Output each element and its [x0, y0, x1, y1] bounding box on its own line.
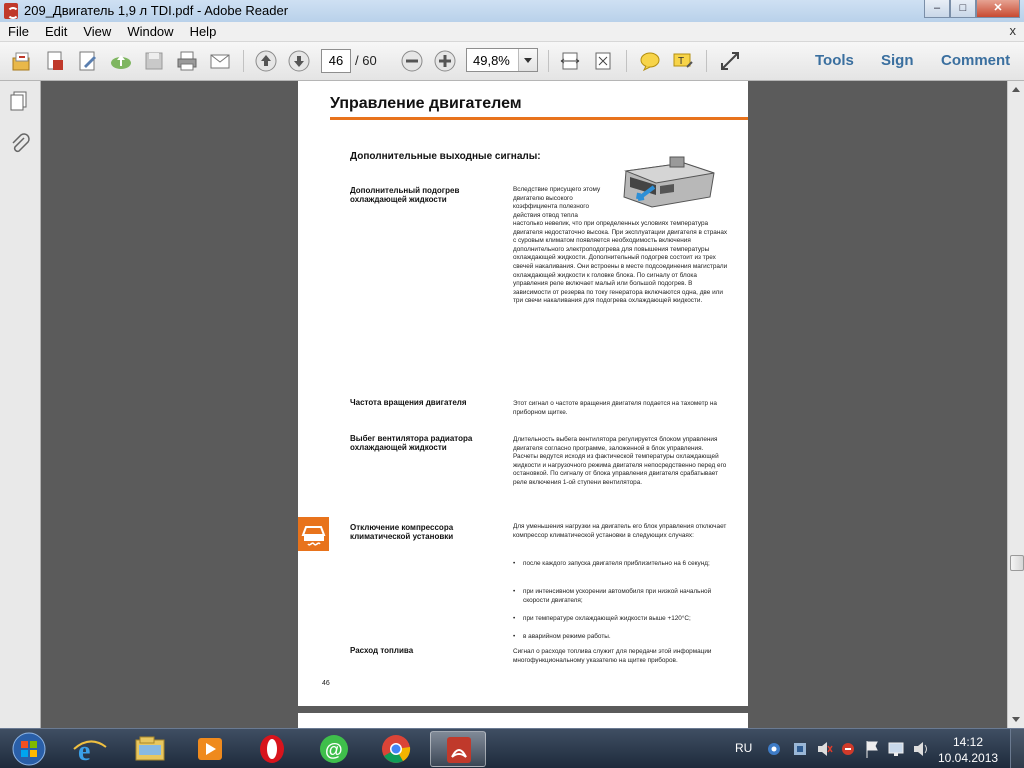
zoom-out-icon[interactable] — [400, 49, 424, 73]
attachments-icon[interactable] — [9, 133, 31, 160]
menu-edit[interactable]: Edit — [37, 22, 75, 41]
tray-network-icon[interactable] — [765, 729, 783, 768]
list-item: в аварийном режиме работы. — [513, 633, 728, 642]
adobe-reader-window: 209_Двигатель 1,9 л TDI.pdf - Adobe Read… — [0, 0, 1024, 768]
engine-control-unit-illustration — [620, 151, 720, 213]
item-label-fuel-consumption: Расход топлива — [350, 646, 414, 655]
item-text-fan-run-on: Длительность выбега вентилятора регулиру… — [513, 436, 727, 486]
windows-explorer-icon[interactable] — [122, 731, 178, 767]
scroll-down-icon[interactable] — [1012, 717, 1020, 722]
clock-date: 10.04.2013 — [938, 751, 999, 765]
tools-pane-button[interactable]: Tools — [815, 52, 854, 69]
vertical-scrollbar[interactable] — [1007, 81, 1024, 728]
svg-text:T: T — [678, 56, 684, 67]
item-text-coolant-heater: настолько невелик, что при определенных … — [513, 220, 728, 305]
pdf-page: Управление двигателем Дополнительные вых… — [298, 81, 748, 706]
media-player-icon[interactable] — [182, 731, 238, 767]
action-center-flag-icon[interactable] — [863, 729, 881, 768]
scrollbar-thumb[interactable] — [1010, 555, 1024, 571]
toolbar-separator — [548, 50, 549, 72]
tray-app-icon[interactable] — [791, 729, 809, 768]
list-item: при интенсивном ускорении автомобиля при… — [513, 588, 728, 605]
internet-explorer-icon[interactable]: e — [62, 731, 118, 767]
orange-divider — [330, 117, 748, 120]
volume-muted-icon[interactable] — [815, 729, 833, 768]
maximize-button[interactable]: □ — [950, 0, 976, 18]
next-page-icon[interactable] — [287, 49, 311, 73]
item-text-engine-speed: Этот сигнал о частоте вращения двигателя… — [513, 400, 717, 416]
zoom-value: 49,8% — [473, 53, 510, 68]
toolbar-separator — [626, 50, 627, 72]
item-label-fan-run-on: Выбег вентилятора радиатора охлаждающей … — [350, 434, 473, 452]
list-item: при температуре охлаждающей жидкости выш… — [513, 615, 728, 624]
menu-file[interactable]: File — [0, 22, 37, 41]
item-text-fuel-consumption: Сигнал о расходе топлива служит для пере… — [513, 648, 712, 664]
toolbar-separator — [706, 50, 707, 72]
item-label-ac-compressor: Отключение компрессора климатической уст… — [350, 523, 454, 541]
chevron-down-icon[interactable] — [518, 49, 537, 71]
print-icon[interactable] — [175, 49, 199, 73]
show-desktop-button[interactable] — [1010, 729, 1024, 768]
clock-time: 14:12 — [952, 735, 984, 749]
window-title: 209_Двигатель 1,9 л TDI.pdf - Adobe Read… — [24, 3, 289, 18]
edit-icon[interactable] — [76, 49, 100, 73]
tray-display-icon[interactable] — [887, 729, 905, 768]
page-thumbnails-icon[interactable] — [9, 90, 31, 117]
list-item: после каждого запуска двигателя приблизи… — [513, 560, 728, 569]
menu-view[interactable]: View — [75, 22, 119, 41]
email-icon[interactable] — [208, 49, 232, 73]
close-document-button[interactable]: x — [1010, 23, 1017, 38]
full-screen-icon[interactable] — [718, 49, 742, 73]
svg-text:@: @ — [325, 740, 343, 760]
menu-help[interactable]: Help — [182, 22, 225, 41]
item-label-coolant-heater: Дополнительный подогрев охлаждающей жидк… — [350, 186, 460, 204]
windows-taskbar: e @ RU 14:12 10.04.2013 — [0, 728, 1024, 768]
start-button[interactable] — [4, 730, 54, 768]
note-icon — [298, 517, 329, 551]
page-number: 46 — [322, 680, 330, 687]
cloud-upload-icon[interactable] — [109, 49, 133, 73]
open-icon[interactable] — [10, 49, 34, 73]
zoom-in-icon[interactable] — [433, 49, 457, 73]
toolbar-separator — [243, 50, 244, 72]
icq-messenger-icon[interactable]: @ — [306, 731, 362, 767]
language-indicator[interactable]: RU — [735, 741, 752, 755]
adobe-reader-icon — [4, 3, 19, 19]
scroll-up-icon[interactable] — [1012, 87, 1020, 92]
sign-pane-button[interactable]: Sign — [881, 52, 914, 69]
next-pdf-page — [298, 713, 748, 728]
section-heading: Дополнительные выходные сигналы: — [350, 151, 541, 162]
save-icon[interactable] — [142, 49, 166, 73]
highlight-text-icon[interactable]: T — [671, 49, 695, 73]
page-title: Управление двигателем — [330, 95, 522, 112]
volume-speaker-icon[interactable] — [911, 729, 929, 768]
tray-security-icon[interactable] — [839, 729, 857, 768]
close-button[interactable]: ✕ — [976, 0, 1020, 18]
menu-window[interactable]: Window — [119, 22, 181, 41]
create-pdf-icon[interactable] — [43, 49, 67, 73]
navigation-pane — [0, 81, 41, 728]
menu-bar: File Edit View Window Help x — [0, 22, 1024, 42]
opera-browser-icon[interactable] — [244, 731, 300, 767]
system-clock[interactable]: 14:12 10.04.2013 — [938, 734, 998, 766]
adobe-reader-taskbar-icon[interactable] — [430, 731, 486, 767]
item-text-ac-compressor: Для уменьшения нагрузки на двигатель его… — [513, 523, 727, 539]
page-number-input[interactable]: 46 — [321, 49, 351, 73]
item-text-coolant-heater-intro: Вследствие присущего этому двигателю выс… — [513, 186, 601, 219]
chrome-browser-icon[interactable] — [368, 731, 424, 767]
page-total: / 60 — [355, 53, 377, 68]
sticky-note-icon[interactable] — [638, 49, 662, 73]
item-label-engine-speed: Частота вращения двигателя — [350, 398, 467, 407]
zoom-select[interactable]: 49,8% — [466, 48, 538, 72]
minimize-button[interactable]: – — [924, 0, 950, 18]
fit-page-icon[interactable] — [591, 49, 615, 73]
fit-page-width-icon[interactable] — [558, 49, 582, 73]
previous-page-icon[interactable] — [254, 49, 278, 73]
title-bar: 209_Двигатель 1,9 л TDI.pdf - Adobe Read… — [0, 0, 1024, 23]
comment-pane-button[interactable]: Comment — [941, 52, 1010, 69]
